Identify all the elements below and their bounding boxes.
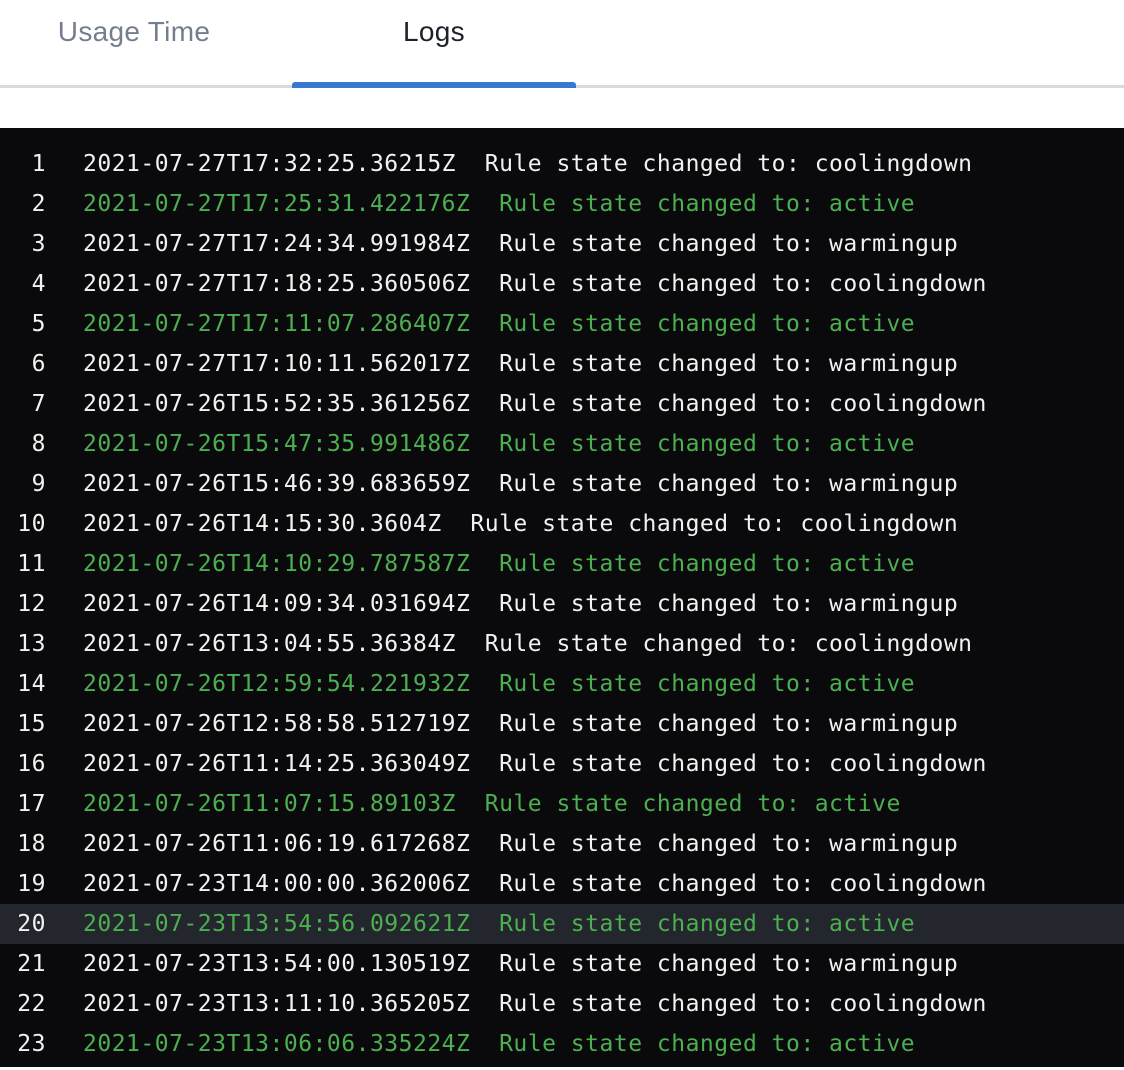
line-number: 12 <box>0 584 46 624</box>
log-line-text: 2021-07-26T14:15:30.3604Z Rule state cha… <box>46 504 958 544</box>
line-number: 22 <box>0 984 46 1024</box>
log-line-text: 2021-07-26T12:58:58.512719Z Rule state c… <box>46 704 958 744</box>
log-row[interactable]: 23 2021-07-23T13:06:06.335224Z Rule stat… <box>0 1024 1124 1064</box>
line-number: 14 <box>0 664 46 704</box>
log-row[interactable]: 5 2021-07-27T17:11:07.286407Z Rule state… <box>0 304 1124 344</box>
log-line-text: 2021-07-26T15:47:35.991486Z Rule state c… <box>46 424 915 464</box>
tabbar-content-gap <box>0 88 1124 128</box>
log-line-text: 2021-07-26T15:52:35.361256Z Rule state c… <box>46 384 987 424</box>
log-row[interactable]: 21 2021-07-23T13:54:00.130519Z Rule stat… <box>0 944 1124 984</box>
log-line-text: 2021-07-26T12:59:54.221932Z Rule state c… <box>46 664 915 704</box>
log-row[interactable]: 9 2021-07-26T15:46:39.683659Z Rule state… <box>0 464 1124 504</box>
log-row[interactable]: 20 2021-07-23T13:54:56.092621Z Rule stat… <box>0 904 1124 944</box>
log-line-text: 2021-07-23T13:06:06.335224Z Rule state c… <box>46 1024 915 1064</box>
line-number: 7 <box>0 384 46 424</box>
line-number: 17 <box>0 784 46 824</box>
log-line-text: 2021-07-27T17:24:34.991984Z Rule state c… <box>46 224 958 264</box>
log-row[interactable]: 10 2021-07-26T14:15:30.3604Z Rule state … <box>0 504 1124 544</box>
line-number: 11 <box>0 544 46 584</box>
active-tab-indicator <box>292 82 576 88</box>
log-line-text: 2021-07-23T14:00:00.362006Z Rule state c… <box>46 864 987 904</box>
log-row[interactable]: 12 2021-07-26T14:09:34.031694Z Rule stat… <box>0 584 1124 624</box>
line-number: 23 <box>0 1024 46 1064</box>
line-number: 5 <box>0 304 46 344</box>
line-number: 4 <box>0 264 46 304</box>
line-number: 18 <box>0 824 46 864</box>
log-line-text: 2021-07-27T17:32:25.36215Z Rule state ch… <box>46 144 973 184</box>
log-line-text: 2021-07-27T17:10:11.562017Z Rule state c… <box>46 344 958 384</box>
log-line-text: 2021-07-23T13:54:00.130519Z Rule state c… <box>46 944 958 984</box>
log-row[interactable]: 19 2021-07-23T14:00:00.362006Z Rule stat… <box>0 864 1124 904</box>
log-row[interactable]: 17 2021-07-26T11:07:15.89103Z Rule state… <box>0 784 1124 824</box>
tab-usage-time[interactable]: Usage Time <box>0 0 268 85</box>
line-number: 9 <box>0 464 46 504</box>
tab-bar: Usage Time Logs <box>0 0 1124 88</box>
log-row[interactable]: 3 2021-07-27T17:24:34.991984Z Rule state… <box>0 224 1124 264</box>
line-number: 8 <box>0 424 46 464</box>
line-number: 2 <box>0 184 46 224</box>
line-number: 6 <box>0 344 46 384</box>
log-row[interactable]: 11 2021-07-26T14:10:29.787587Z Rule stat… <box>0 544 1124 584</box>
log-line-text: 2021-07-27T17:18:25.360506Z Rule state c… <box>46 264 987 304</box>
log-row[interactable]: 18 2021-07-26T11:06:19.617268Z Rule stat… <box>0 824 1124 864</box>
log-line-text: 2021-07-26T14:09:34.031694Z Rule state c… <box>46 584 958 624</box>
line-number: 16 <box>0 744 46 784</box>
log-line-text: 2021-07-26T11:14:25.363049Z Rule state c… <box>46 744 987 784</box>
log-line-text: 2021-07-27T17:11:07.286407Z Rule state c… <box>46 304 915 344</box>
log-row[interactable]: 7 2021-07-26T15:52:35.361256Z Rule state… <box>0 384 1124 424</box>
log-viewer[interactable]: 1 2021-07-27T17:32:25.36215Z Rule state … <box>0 128 1124 1067</box>
log-row[interactable]: 22 2021-07-23T13:11:10.365205Z Rule stat… <box>0 984 1124 1024</box>
log-line-text: 2021-07-26T14:10:29.787587Z Rule state c… <box>46 544 915 584</box>
line-number: 3 <box>0 224 46 264</box>
log-row[interactable]: 8 2021-07-26T15:47:35.991486Z Rule state… <box>0 424 1124 464</box>
log-line-text: 2021-07-26T11:06:19.617268Z Rule state c… <box>46 824 958 864</box>
tab-logs[interactable]: Logs <box>292 0 576 85</box>
log-row[interactable]: 1 2021-07-27T17:32:25.36215Z Rule state … <box>0 144 1124 184</box>
log-row[interactable]: 13 2021-07-26T13:04:55.36384Z Rule state… <box>0 624 1124 664</box>
log-row[interactable]: 15 2021-07-26T12:58:58.512719Z Rule stat… <box>0 704 1124 744</box>
line-number: 21 <box>0 944 46 984</box>
log-line-text: 2021-07-26T11:07:15.89103Z Rule state ch… <box>46 784 901 824</box>
log-row[interactable]: 6 2021-07-27T17:10:11.562017Z Rule state… <box>0 344 1124 384</box>
log-line-text: 2021-07-26T13:04:55.36384Z Rule state ch… <box>46 624 973 664</box>
line-number: 10 <box>0 504 46 544</box>
line-number: 13 <box>0 624 46 664</box>
log-line-text: 2021-07-27T17:25:31.422176Z Rule state c… <box>46 184 915 224</box>
line-number: 19 <box>0 864 46 904</box>
log-row[interactable]: 2 2021-07-27T17:25:31.422176Z Rule state… <box>0 184 1124 224</box>
line-number: 15 <box>0 704 46 744</box>
log-row[interactable]: 16 2021-07-26T11:14:25.363049Z Rule stat… <box>0 744 1124 784</box>
line-number: 1 <box>0 144 46 184</box>
log-line-text: 2021-07-26T15:46:39.683659Z Rule state c… <box>46 464 958 504</box>
log-line-text: 2021-07-23T13:11:10.365205Z Rule state c… <box>46 984 987 1024</box>
line-number: 20 <box>0 904 46 944</box>
log-line-text: 2021-07-23T13:54:56.092621Z Rule state c… <box>46 904 915 944</box>
log-row[interactable]: 14 2021-07-26T12:59:54.221932Z Rule stat… <box>0 664 1124 704</box>
log-row[interactable]: 4 2021-07-27T17:18:25.360506Z Rule state… <box>0 264 1124 304</box>
